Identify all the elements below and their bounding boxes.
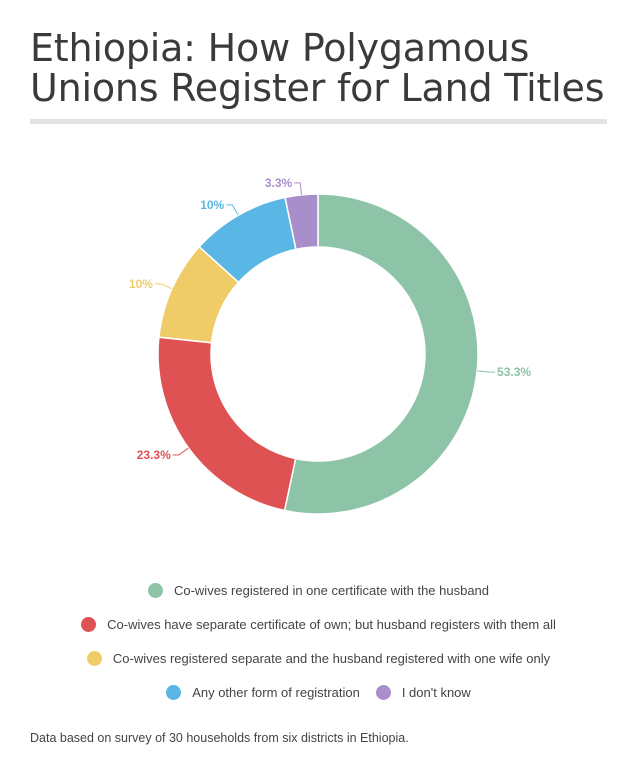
legend-row: Co-wives registered separate and the hus… — [0, 641, 637, 675]
legend-marker-icon — [166, 684, 182, 700]
legend-row: Co-wives registered in one certificate w… — [0, 573, 637, 607]
data-label-leader-4 — [294, 182, 302, 195]
legend-label: Any other form of registration — [192, 684, 360, 700]
legend-row: Any other form of registration I don't k… — [0, 675, 637, 709]
legend-item-series-2[interactable]: Co-wives registered separate and the hus… — [86, 650, 551, 666]
chart-title: Ethiopia: How Polygamous Unions Register… — [30, 26, 605, 110]
legend-marker-icon — [375, 684, 391, 700]
data-label-4: 3.3% — [265, 176, 293, 190]
title-divider — [30, 119, 607, 124]
legend-marker-icon — [147, 582, 163, 598]
data-label-0: 53.3% — [497, 365, 531, 379]
source-footnote: Data based on survey of 30 households fr… — [30, 731, 409, 745]
donut-slice-1[interactable] — [157, 336, 297, 512]
chart-legend: Co-wives registered in one certificate w… — [0, 573, 637, 709]
legend-marker-icon — [86, 650, 102, 666]
legend-marker-icon — [81, 616, 97, 632]
donut-chart: 53.3% 23.3% 10% 10% 3.3% — [129, 176, 531, 515]
legend-label: I don't know — [401, 684, 471, 700]
data-label-leader-1 — [172, 447, 189, 456]
legend-item-series-1[interactable]: Co-wives have separate certificate of ow… — [81, 616, 556, 632]
data-label-leader-2 — [154, 283, 173, 290]
legend-label: Co-wives registered in one certificate w… — [173, 582, 490, 598]
legend-item-series-4[interactable]: I don't know — [375, 684, 471, 700]
legend-item-series-3[interactable]: Any other form of registration — [166, 684, 360, 700]
data-label-1: 23.3% — [137, 448, 171, 462]
data-label-3: 10% — [200, 198, 224, 212]
data-label-leader-3 — [226, 204, 239, 216]
legend-label: Co-wives registered separate and the hus… — [112, 650, 551, 666]
legend-label: Co-wives have separate certificate of ow… — [107, 616, 556, 632]
legend-item-series-0[interactable]: Co-wives registered in one certificate w… — [147, 582, 490, 598]
data-label-leader-0 — [477, 370, 496, 373]
legend-row: Co-wives have separate certificate of ow… — [0, 607, 637, 641]
data-label-2: 10% — [129, 277, 153, 291]
